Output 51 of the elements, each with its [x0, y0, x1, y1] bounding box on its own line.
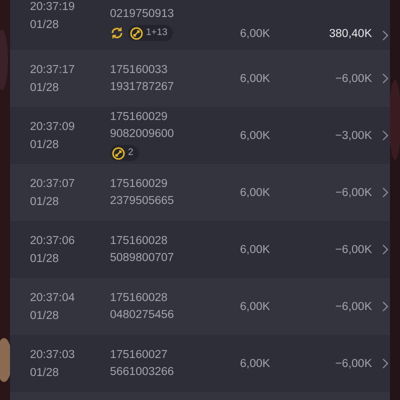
chevron-icon[interactable] [382, 187, 389, 198]
bet-amount: 6,00K [240, 128, 272, 142]
date-text: 01/28 [30, 138, 60, 152]
date-text: 01/28 [30, 252, 60, 266]
date-text: 01/28 [30, 18, 60, 32]
round-id-text: 175160029 [110, 177, 169, 191]
round-id-text: 175160028 [110, 234, 169, 248]
chevron-icon[interactable] [382, 73, 389, 84]
result-amount: 380,40K [328, 27, 372, 41]
time-text: 20:37:17 [30, 62, 76, 76]
result-amount: −6,00K [334, 72, 372, 86]
chevron-icon[interactable] [382, 30, 389, 41]
bet-amount: 6,00K [240, 27, 272, 41]
result-amount: −6,00K [334, 300, 372, 314]
date-text: 01/28 [30, 366, 60, 380]
round-id-text: 1931787267 [110, 80, 175, 94]
chevron-icon[interactable] [382, 130, 389, 141]
chevron-icon[interactable] [382, 358, 389, 369]
round-id-text: 175160033 [110, 63, 169, 77]
round-id-text: 175160029 [110, 110, 169, 124]
count-badge: 1+13 [128, 25, 174, 41]
bet-amount: 6,00K [240, 72, 272, 86]
result-amount: −6,00K [334, 242, 372, 256]
round-id-text: 2379505665 [110, 194, 175, 208]
chevron-icon[interactable] [382, 301, 389, 312]
time-text: 20:37:19 [30, 0, 76, 14]
result-amount: −6,00K [334, 356, 372, 370]
time-text: 20:37:06 [30, 234, 76, 248]
bet-amount: 6,00K [240, 356, 272, 370]
round-id-text: 175160027 [110, 348, 169, 362]
time-text: 20:37:07 [30, 176, 76, 190]
result-amount: −6,00K [334, 186, 372, 200]
round-id-text: 0480275456 [110, 308, 175, 322]
chevron-icon[interactable] [382, 244, 389, 255]
refresh-icon [110, 26, 124, 40]
count-badge: 2 [110, 145, 140, 161]
round-id-text: 175160028 [110, 291, 169, 305]
bet-amount: 6,00K [240, 242, 272, 256]
date-text: 01/28 [30, 308, 60, 322]
date-text: 01/28 [30, 194, 60, 208]
round-id-text: 5089800707 [110, 251, 175, 265]
time-text: 20:37:09 [30, 120, 76, 134]
result-amount: −3,00K [334, 128, 372, 142]
date-text: 01/28 [30, 80, 60, 94]
round-id-text: 9082009600 [110, 127, 175, 141]
time-text: 20:37:03 [30, 348, 76, 362]
round-id-text: 5661003266 [110, 365, 175, 379]
bet-amount: 6,00K [240, 186, 272, 200]
bet-amount: 6,00K [240, 300, 272, 314]
round-id-text: 0219750913 [110, 7, 175, 21]
time-text: 20:37:04 [30, 290, 76, 304]
